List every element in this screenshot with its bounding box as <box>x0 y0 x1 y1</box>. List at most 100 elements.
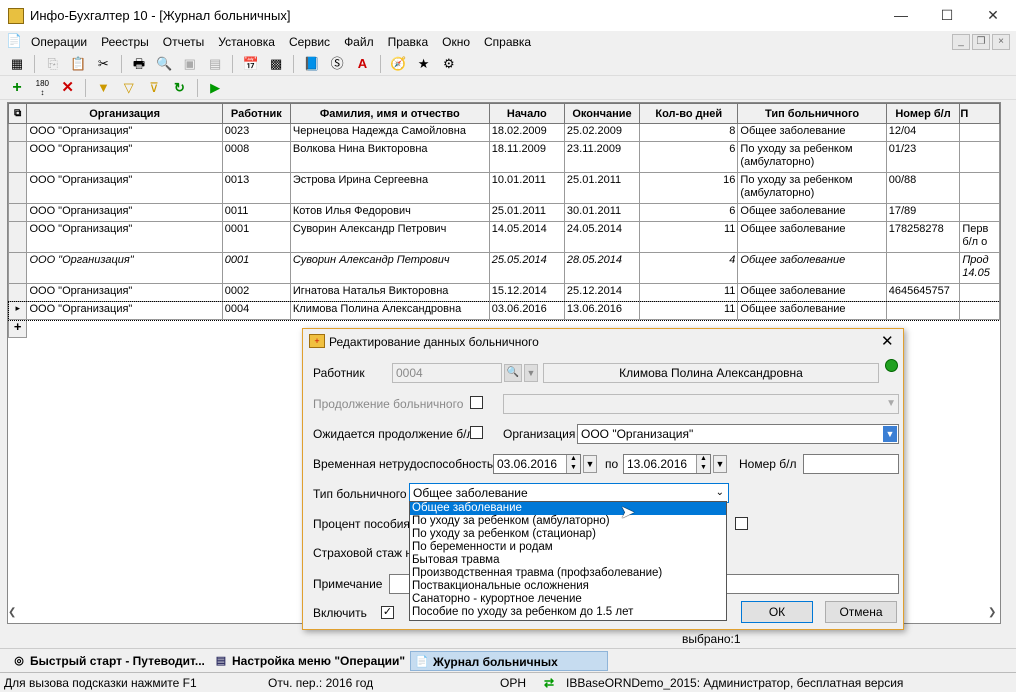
row-indicator[interactable] <box>8 172 28 204</box>
spinner-icon[interactable]: ▲ ▼ <box>696 455 710 473</box>
column-header[interactable]: Кол-во дней <box>639 103 739 124</box>
search-icon[interactable]: 🔍 <box>504 364 522 382</box>
preview-icon[interactable]: 🔍 <box>155 55 173 73</box>
mdi-close-icon[interactable]: × <box>992 34 1010 50</box>
vertical-scrollbar[interactable] <box>1001 102 1016 624</box>
dropdown-option[interactable]: Общее заболевание <box>410 502 726 515</box>
table-row[interactable]: ООО "Организация" 0002 Игнатова Наталья Ви… <box>8 283 1000 302</box>
paste-icon[interactable]: 📋 <box>69 55 87 73</box>
row-indicator[interactable] <box>8 123 28 142</box>
column-header[interactable]: Тип больничного <box>737 103 887 124</box>
refresh-icon[interactable]: ↻ <box>170 79 188 97</box>
mdi-restore-icon[interactable]: ❐ <box>972 34 990 50</box>
table-row[interactable]: ООО "Организация" 0023 Чернецова Надежда С… <box>8 123 1000 142</box>
tab-quick-start[interactable]: ◎ Быстрый старт - Путеводит... <box>8 651 206 671</box>
filter-clear-icon[interactable]: ⊽ <box>145 79 163 97</box>
include-checkbox[interactable]: ✓ <box>381 606 394 619</box>
row-indicator[interactable] <box>8 283 28 302</box>
mdi-minimize-icon[interactable]: _ <box>952 34 970 50</box>
spinner-icon[interactable]: ▲ ▼ <box>566 455 580 473</box>
menu-item-7[interactable]: Окно <box>435 33 477 51</box>
menu-item-8[interactable]: Справка <box>477 33 538 51</box>
tab-sick-journal[interactable]: 📄 Журнал больничных <box>410 651 608 671</box>
column-header[interactable]: П <box>959 103 1000 124</box>
sort-icon[interactable]: 180 ↕ <box>33 79 51 97</box>
continuation-select[interactable]: ▼ <box>503 394 899 414</box>
add-icon[interactable]: + <box>8 79 26 97</box>
type-select[interactable]: Общее заболевание ⌄ <box>409 483 729 503</box>
filter-edit-icon[interactable]: ▽ <box>120 79 138 97</box>
column-header[interactable]: Начало <box>488 103 565 124</box>
dropdown-option[interactable]: По уходу за ребенком (стационар) <box>410 528 726 541</box>
journal-icon[interactable]: ▦ <box>8 55 26 73</box>
maximize-button[interactable]: ☐ <box>924 0 970 31</box>
tab-menu-settings[interactable]: ▤ Настройка меню "Операции" <box>210 651 408 671</box>
add-row-icon[interactable]: + <box>8 319 28 338</box>
row-indicator[interactable] <box>8 203 28 222</box>
column-header[interactable]: Работник <box>221 103 291 124</box>
dropdown-option[interactable]: Санаторно - курортное лечение <box>410 593 726 606</box>
date-from-field[interactable]: 03.06.2016 ▲ ▼ <box>493 454 581 474</box>
table-row[interactable]: ООО "Организация" 0011 Котов Илья Федорови… <box>8 203 1000 222</box>
type-dropdown-list[interactable]: Общее заболевание По уходу за ребенком (а… <box>409 501 727 621</box>
column-header[interactable]: Номер б/л <box>885 103 961 124</box>
scroll-right-icon[interactable]: ❯ <box>988 607 996 618</box>
table-row[interactable]: ▸ ООО "Организация" 0004 Климова Полина Але… <box>8 300 1000 321</box>
menu-item-0[interactable]: Операции <box>24 33 94 51</box>
print-icon[interactable]: 🖶 <box>130 55 148 73</box>
select-arrow-icon[interactable]: ▼ <box>524 364 538 382</box>
table-row[interactable]: ООО "Организация" 0001 Суворин Александр П… <box>8 252 1000 284</box>
menu-item-6[interactable]: Правка <box>381 33 436 51</box>
menu-item-2[interactable]: Отчеты <box>156 33 211 51</box>
calendar-icon[interactable]: 📅 <box>242 55 260 73</box>
column-header[interactable]: Фамилия, имя и отчество <box>289 103 490 124</box>
book-icon[interactable]: 📘 <box>303 55 321 73</box>
menu-item-4[interactable]: Сервис <box>282 33 337 51</box>
pdf-icon[interactable]: A <box>354 55 372 73</box>
calculator-icon[interactable]: ▩ <box>267 55 285 73</box>
expect-continuation-checkbox[interactable] <box>470 426 483 439</box>
table-row[interactable]: ООО "Организация" 0001 Суворин Александр П… <box>8 221 1000 253</box>
row-indicator[interactable] <box>8 141 28 173</box>
row-indicator[interactable] <box>8 252 28 284</box>
column-header[interactable]: Окончание <box>563 103 641 124</box>
percent-checkbox[interactable] <box>735 517 748 530</box>
minimize-button[interactable]: — <box>878 0 924 31</box>
date-to-dropdown-icon[interactable]: ▼ <box>713 455 727 473</box>
scroll-left-icon[interactable]: ❮ <box>8 607 16 618</box>
row-indicator[interactable] <box>8 221 28 253</box>
grid-corner-icon[interactable]: ⧉ <box>8 103 28 124</box>
dropdown-option[interactable]: Бытовая травма <box>410 554 726 567</box>
employee-code-field[interactable]: 0004 <box>392 363 502 383</box>
row-indicator[interactable]: ▸ <box>8 301 28 320</box>
table-row[interactable]: ООО "Организация" 0013 Эстрова Ирина Серге… <box>8 172 1000 204</box>
cut-icon[interactable]: ✂ <box>94 55 112 73</box>
close-button[interactable]: ✕ <box>970 0 1016 31</box>
filter-icon[interactable]: ▼ <box>94 79 112 97</box>
continuation-checkbox[interactable] <box>470 396 483 409</box>
menu-item-1[interactable]: Реестры <box>94 33 156 51</box>
copy-icon[interactable]: ⎘ <box>44 55 62 73</box>
ok-button[interactable]: ОК <box>741 601 813 623</box>
dropdown-option[interactable]: Пособие по уходу за ребенком до 1.5 лет <box>410 606 726 619</box>
menu-item-3[interactable]: Установка <box>211 33 282 51</box>
dropdown-option[interactable]: Производственная травма (профзаболевание… <box>410 567 726 580</box>
app-icon[interactable] <box>8 8 24 24</box>
date-to-field[interactable]: 13.06.2016 ▲ ▼ <box>623 454 711 474</box>
document-icon[interactable]: 📄 <box>6 33 22 49</box>
organization-select[interactable]: ООО "Организация" ▼ <box>577 424 899 444</box>
cancel-button[interactable]: Отмена <box>825 601 897 623</box>
settings-icon[interactable]: ⚙ <box>440 55 458 73</box>
skype-icon[interactable]: Ⓢ <box>328 55 346 73</box>
column-header[interactable]: Организация <box>26 103 223 124</box>
dropdown-option[interactable]: По уходу за ребенком (амбулаторно) <box>410 515 726 528</box>
compass-icon[interactable]: 🧭 <box>389 55 407 73</box>
dropdown-option[interactable]: По беременности и родам <box>410 541 726 554</box>
date-from-dropdown-icon[interactable]: ▼ <box>583 455 597 473</box>
delete-icon[interactable]: ✕ <box>59 79 77 97</box>
menu-item-5[interactable]: Файл <box>337 33 381 51</box>
image-icon[interactable]: ▤ <box>206 55 224 73</box>
dropdown-option[interactable]: Поствакциональные осложнения <box>410 580 726 593</box>
sick-number-field[interactable] <box>803 454 899 474</box>
export-icon[interactable]: ▣ <box>181 55 199 73</box>
